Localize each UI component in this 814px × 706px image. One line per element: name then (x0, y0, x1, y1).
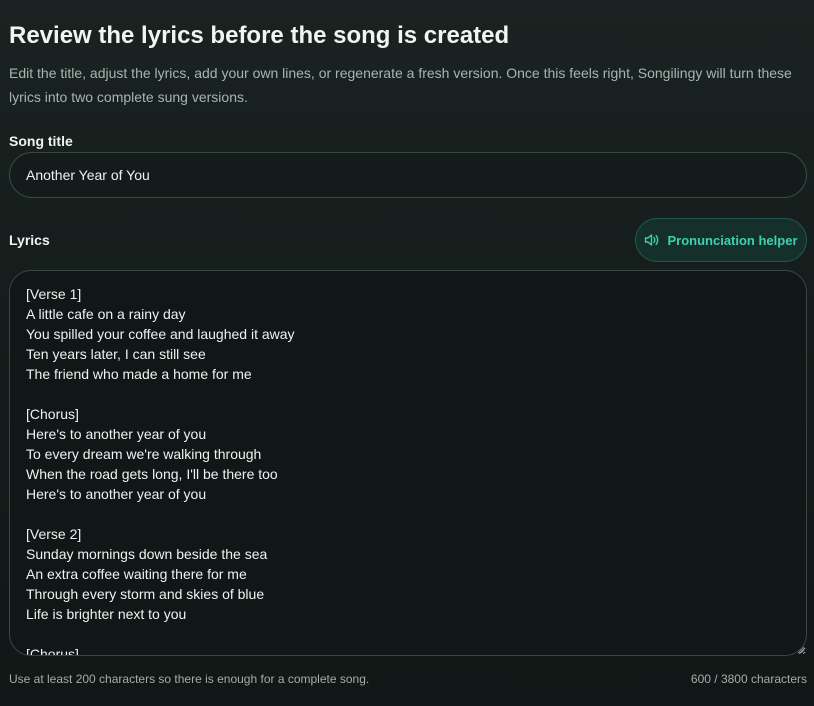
song-title-label: Song title (9, 133, 73, 149)
lyrics-label: Lyrics (9, 232, 50, 248)
lyrics-textarea[interactable]: [Verse 1] A little cafe on a rainy day Y… (9, 270, 807, 656)
speaker-icon (644, 233, 660, 247)
lyrics-hint: Use at least 200 characters so there is … (9, 672, 370, 686)
resize-grip-icon[interactable] (797, 646, 805, 654)
character-counter: 600 / 3800 characters (690, 672, 807, 686)
song-title-input[interactable] (9, 152, 807, 198)
page-title: Review the lyrics before the song is cre… (9, 22, 510, 49)
page-description: Edit the title, adjust the lyrics, add y… (9, 65, 792, 105)
pronunciation-helper-label: Pronunciation helper (667, 232, 798, 248)
pronunciation-helper-button[interactable]: Pronunciation helper (635, 218, 807, 262)
